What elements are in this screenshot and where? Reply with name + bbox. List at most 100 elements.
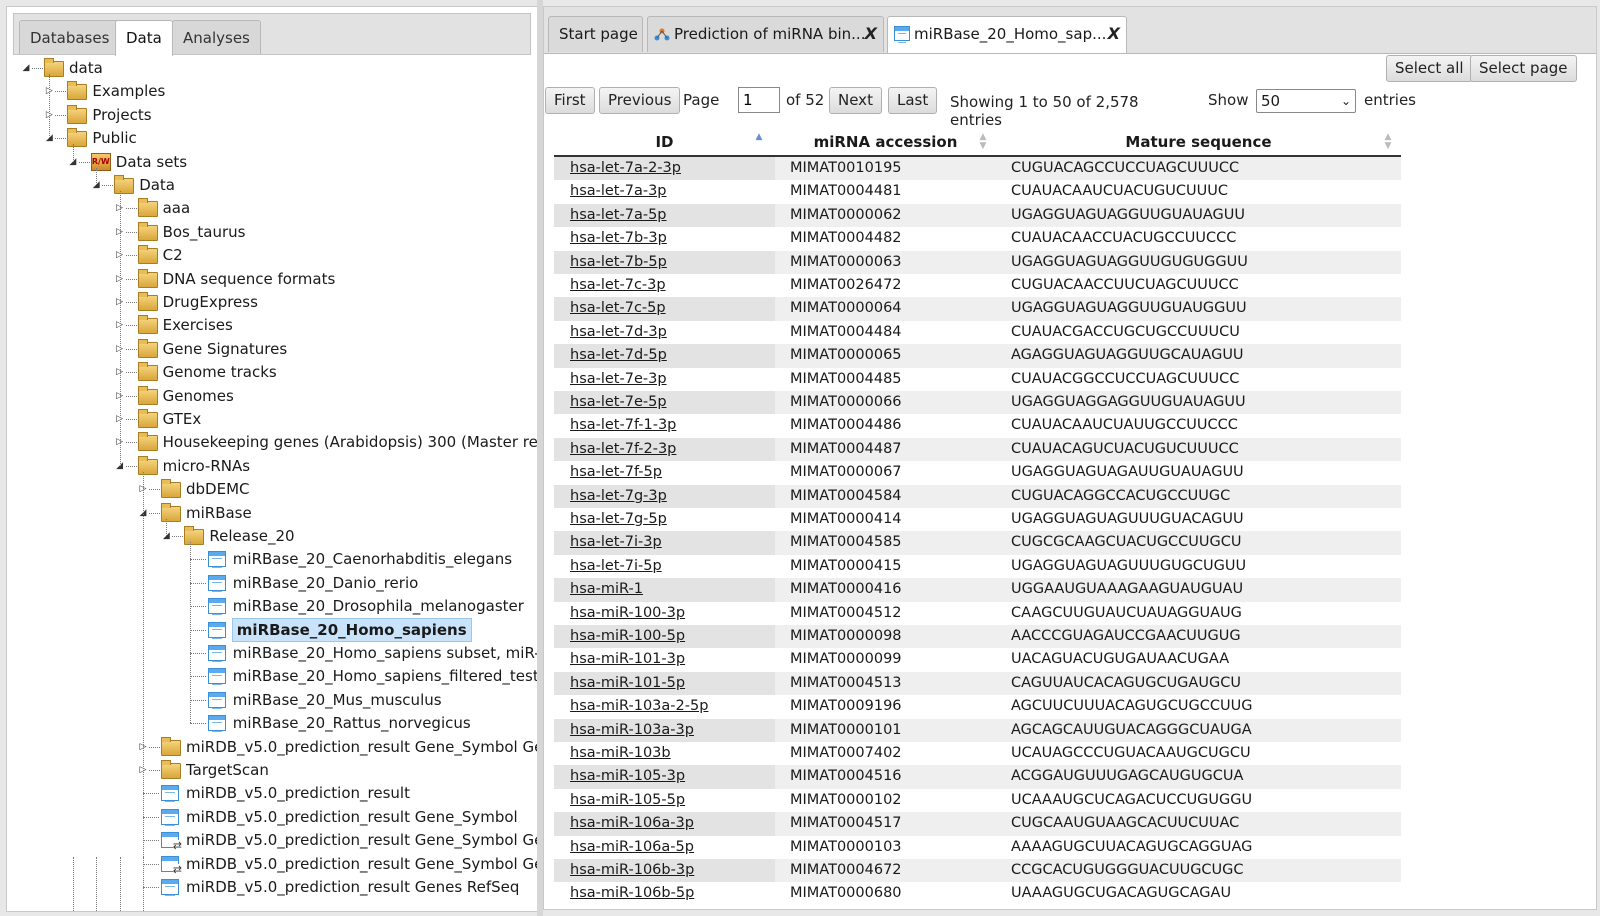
id-link[interactable]: hsa-miR-103a-2-5p bbox=[554, 695, 775, 718]
table-row[interactable]: hsa-miR-106a-3p MIMAT0004517 CUGCAAUGUAAGC… bbox=[554, 812, 1401, 836]
table-row[interactable]: hsa-let-7c-5p MIMAT0000064 UGAGGUAGUAGGUUG… bbox=[554, 297, 1401, 321]
table-row[interactable]: hsa-miR-106b-3p MIMAT0004672 CCGCACUGUGGGU… bbox=[554, 859, 1401, 883]
first-page-button[interactable]: First bbox=[545, 87, 595, 114]
tree-item-label: data bbox=[69, 59, 103, 77]
id-link[interactable]: hsa-let-7d-3p bbox=[554, 321, 775, 344]
tree-connector bbox=[102, 185, 114, 186]
table-row[interactable]: hsa-miR-103a-2-5p MIMAT0009196 AGCUUCUUUAC… bbox=[554, 695, 1401, 718]
tree-guide-line bbox=[96, 857, 98, 911]
table-row[interactable]: hsa-miR-106b-5p MIMAT0000680 UAAAGUGCUGACA… bbox=[554, 882, 1401, 905]
table-row[interactable]: hsa-miR-101-3p MIMAT0000099 UACAGUACUGUGAU… bbox=[554, 648, 1401, 671]
id-link[interactable]: hsa-let-7b-3p bbox=[554, 227, 775, 250]
tab-start-page[interactable]: Start page bbox=[548, 16, 643, 52]
table-row[interactable]: hsa-miR-103b MIMAT0007402 UCAUAGCCCUGUACAA… bbox=[554, 742, 1401, 765]
tab-prediction[interactable]: Prediction of miRNA bin... X bbox=[647, 16, 884, 52]
table-row[interactable]: hsa-miR-105-3p MIMAT0004516 ACGGAUGUUUGAGC… bbox=[554, 765, 1401, 789]
column-header-accession[interactable]: miRNA accession bbox=[775, 127, 996, 155]
table-row[interactable]: hsa-let-7b-3p MIMAT0004482 CUAUACAACCUACUG… bbox=[554, 227, 1401, 250]
close-icon[interactable]: X bbox=[865, 17, 877, 51]
id-link[interactable]: hsa-miR-1 bbox=[554, 578, 775, 602]
tree-item-label: TargetScan bbox=[186, 761, 269, 779]
rw-folder-icon: R/W bbox=[90, 152, 111, 171]
id-link[interactable]: hsa-let-7f-5p bbox=[554, 461, 775, 484]
next-page-button[interactable]: Next bbox=[829, 87, 882, 114]
sequence-cell: UGAGGUAGUAGAUUGUAUAGUU bbox=[1011, 464, 1244, 481]
id-link[interactable]: hsa-miR-106b-3p bbox=[554, 859, 775, 883]
table-row[interactable]: hsa-let-7d-5p MIMAT0000065 AGAGGUAGUAGGUUG… bbox=[554, 344, 1401, 368]
id-link[interactable]: hsa-miR-106b-5p bbox=[554, 882, 775, 905]
table-row[interactable]: hsa-let-7f-2-3p MIMAT0004487 CUAUACAGUCUAC… bbox=[554, 437, 1401, 462]
collapse-toggle-icon[interactable]: ◢ bbox=[21, 63, 31, 73]
id-link[interactable]: hsa-miR-105-5p bbox=[554, 789, 775, 812]
id-link[interactable]: hsa-let-7f-2-3p bbox=[554, 437, 775, 462]
tab-mirbase-homo-sapiens[interactable]: miRBase_20_Homo_sap... X bbox=[887, 16, 1127, 53]
id-link[interactable]: hsa-miR-101-5p bbox=[554, 671, 775, 696]
close-icon[interactable]: X bbox=[1108, 17, 1120, 51]
accession-cell: MIMAT0009196 bbox=[790, 698, 902, 715]
id-link[interactable]: hsa-let-7d-5p bbox=[554, 344, 775, 368]
table-row[interactable]: hsa-miR-100-5p MIMAT0000098 AACCCGUAGAUCCG… bbox=[554, 625, 1401, 649]
id-link[interactable]: hsa-let-7e-5p bbox=[554, 391, 775, 415]
table-row[interactable]: hsa-miR-101-5p MIMAT0004513 CAGUUAUCACAGUG… bbox=[554, 671, 1401, 696]
id-link[interactable]: hsa-let-7g-3p bbox=[554, 484, 775, 508]
previous-page-button[interactable]: Previous bbox=[599, 87, 681, 114]
table-row[interactable]: hsa-let-7d-3p MIMAT0004484 CUAUACGACCUGCUG… bbox=[554, 321, 1401, 344]
table-row[interactable]: hsa-let-7f-1-3p MIMAT0004486 CUAUACAAUCUAU… bbox=[554, 414, 1401, 437]
id-link[interactable]: hsa-let-7b-5p bbox=[554, 250, 775, 274]
id-link[interactable]: hsa-let-7g-5p bbox=[554, 508, 775, 531]
table-row[interactable]: hsa-let-7a-2-3p MIMAT0010195 CUGUACAGCCUCC… bbox=[554, 157, 1401, 181]
id-link[interactable]: hsa-miR-106a-3p bbox=[554, 812, 775, 836]
id-link[interactable]: hsa-let-7a-2-3p bbox=[554, 157, 775, 181]
tab-analyses[interactable]: Analyses bbox=[172, 20, 261, 54]
folder-icon bbox=[184, 526, 205, 545]
id-link[interactable]: hsa-miR-100-5p bbox=[554, 625, 775, 649]
table-row[interactable]: hsa-let-7i-3p MIMAT0004585 CUGCGCAAGCUACUG… bbox=[554, 531, 1401, 555]
table-row[interactable]: hsa-let-7e-3p MIMAT0004485 CUAUACGGCCUCCUA… bbox=[554, 368, 1401, 391]
sequence-cell: UGAGGUAGUAGUUUGUACAGUU bbox=[1011, 511, 1244, 527]
id-link[interactable]: hsa-miR-103b bbox=[554, 742, 775, 765]
table-row[interactable]: hsa-miR-1 MIMAT0000416 UGGAAUGUAAAGAAGUAUG… bbox=[554, 578, 1401, 602]
sequence-cell: UGAGGUAGUAGGUUGUGUGGUU bbox=[1011, 253, 1248, 270]
column-header-id[interactable]: ID bbox=[554, 127, 775, 155]
folder-icon bbox=[137, 338, 158, 358]
id-link[interactable]: hsa-let-7f-1-3p bbox=[554, 414, 775, 437]
table-row[interactable]: hsa-miR-105-5p MIMAT0000102 UCAAAUGCUCAGAC… bbox=[554, 789, 1401, 812]
id-link[interactable]: hsa-let-7i-5p bbox=[554, 555, 775, 578]
table-row[interactable]: hsa-let-7a-3p MIMAT0004481 CUAUACAAUCUACUG… bbox=[554, 180, 1401, 203]
table-row[interactable]: hsa-miR-106a-5p MIMAT0000103 AAAAGUGCUUACA… bbox=[554, 836, 1401, 859]
tree-connector bbox=[125, 208, 137, 210]
table-row[interactable]: hsa-let-7c-3p MIMAT0026472 CUGUACAACCUUCUA… bbox=[554, 274, 1401, 297]
table-row[interactable]: hsa-miR-103a-3p MIMAT0000101 AGCAGCAUUGUAC… bbox=[554, 718, 1401, 742]
tree-connector bbox=[172, 536, 184, 537]
table-row[interactable]: hsa-miR-100-3p MIMAT0004512 CAAGCUUGUAUCUA… bbox=[554, 602, 1401, 625]
tab-databases[interactable]: Databases bbox=[19, 20, 121, 54]
id-link[interactable]: hsa-miR-106a-5p bbox=[554, 836, 775, 859]
table-row[interactable]: hsa-let-7i-5p MIMAT0000415 UGAGGUAGUAGUUUG… bbox=[554, 555, 1401, 578]
id-link[interactable]: hsa-miR-103a-3p bbox=[554, 718, 775, 742]
id-link[interactable]: hsa-let-7e-3p bbox=[554, 368, 775, 391]
last-page-button[interactable]: Last bbox=[888, 87, 938, 114]
page-number-input[interactable] bbox=[738, 87, 780, 113]
select-all-button[interactable]: Select all bbox=[1386, 55, 1473, 82]
table-row[interactable]: hsa-let-7g-3p MIMAT0004584 CUGUACAGGCCACUG… bbox=[554, 484, 1401, 508]
folder-icon bbox=[137, 385, 158, 405]
tree-connector bbox=[149, 512, 160, 514]
id-link[interactable]: hsa-miR-105-3p bbox=[554, 765, 775, 789]
id-link[interactable]: hsa-miR-101-3p bbox=[554, 648, 775, 671]
tab-data[interactable]: Data bbox=[115, 20, 173, 56]
table-row[interactable]: hsa-let-7g-5p MIMAT0000414 UGAGGUAGUAGUUUG… bbox=[554, 508, 1401, 531]
id-link[interactable]: hsa-let-7c-5p bbox=[554, 297, 775, 321]
id-link[interactable]: hsa-miR-100-3p bbox=[554, 602, 775, 625]
id-link[interactable]: hsa-let-7i-3p bbox=[554, 531, 775, 555]
entries-per-page-select[interactable]: 50 ⌄ bbox=[1256, 89, 1356, 113]
table-row[interactable]: hsa-let-7e-5p MIMAT0000066 UGAGGUAGGAGGUUG… bbox=[554, 391, 1401, 415]
select-page-button[interactable]: Select page bbox=[1470, 55, 1577, 82]
id-link[interactable]: hsa-let-7c-3p bbox=[554, 274, 775, 297]
id-link[interactable]: hsa-let-7a-5p bbox=[554, 203, 775, 228]
folder-icon bbox=[137, 362, 158, 382]
column-header-mature-sequence[interactable]: Mature sequence bbox=[996, 127, 1401, 155]
table-row[interactable]: hsa-let-7a-5p MIMAT0000062 UGAGGUAGUAGGUUG… bbox=[554, 203, 1401, 228]
table-row[interactable]: hsa-let-7f-5p MIMAT0000067 UGAGGUAGUAGAUUG… bbox=[554, 461, 1401, 484]
id-link[interactable]: hsa-let-7a-3p bbox=[554, 180, 775, 203]
table-row[interactable]: hsa-let-7b-5p MIMAT0000063 UGAGGUAGUAGGUUG… bbox=[554, 250, 1401, 274]
